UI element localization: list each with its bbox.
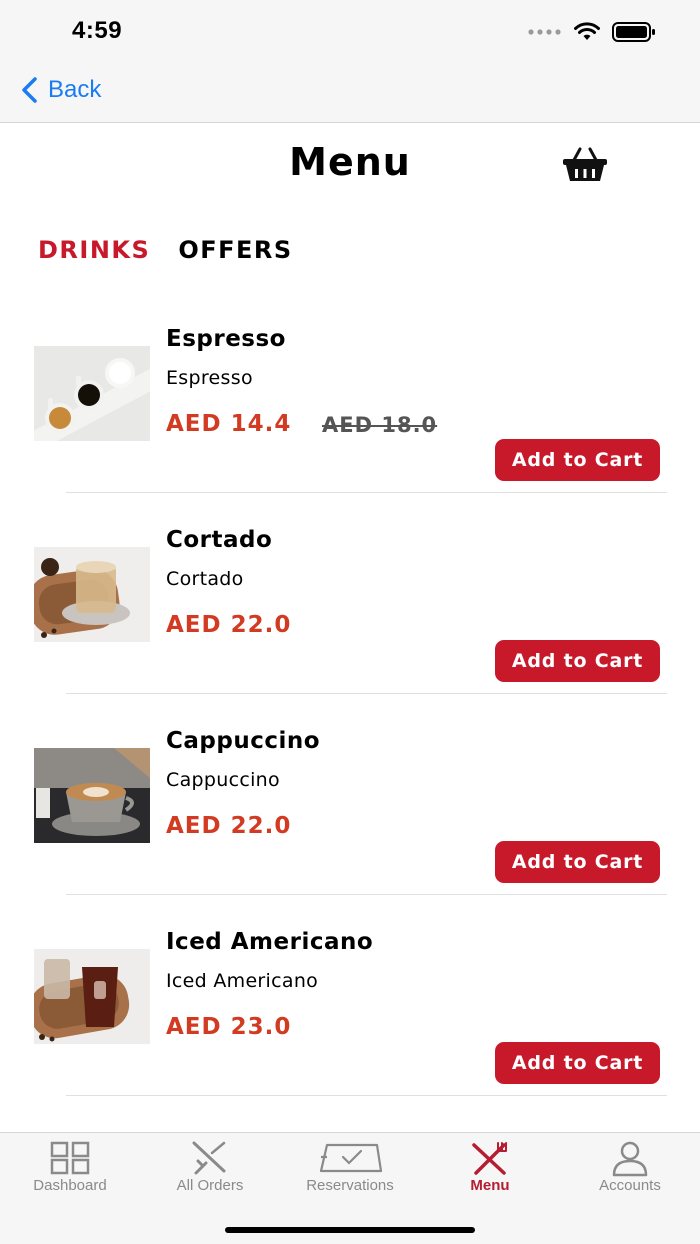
back-label: Back <box>48 76 102 103</box>
item-name: Cortado <box>166 527 273 553</box>
tab-label: Reservations <box>306 1177 394 1194</box>
iced-americano-photo <box>34 949 150 1044</box>
item-description: Iced Americano <box>166 970 319 992</box>
item-description: Cortado <box>166 568 244 590</box>
basket-icon[interactable] <box>560 146 610 184</box>
tab-label: Accounts <box>599 1177 661 1194</box>
menu-item: Iced Americano Iced Americano AED 23.0 A… <box>0 895 700 1096</box>
item-description: Cappuccino <box>166 769 280 791</box>
tab-menu[interactable]: Menu <box>420 1133 560 1203</box>
tab-accounts[interactable]: Accounts <box>560 1133 700 1203</box>
cortado-photo <box>34 547 150 642</box>
person-icon <box>612 1141 648 1177</box>
menu-item: Espresso Espresso AED 14.4 AED 18.0 Add … <box>0 292 700 493</box>
item-price: AED 22.0 <box>166 813 292 839</box>
cappuccino-photo <box>34 748 150 843</box>
item-price: AED 23.0 <box>166 1014 292 1040</box>
wifi-icon <box>574 22 600 40</box>
item-name: Iced Americano <box>166 929 374 955</box>
status-bar: 4:59 <box>0 0 700 62</box>
item-price: AED 22.0 <box>166 612 292 638</box>
fork-knife-icon <box>472 1142 507 1175</box>
chevron-left-icon <box>22 77 37 103</box>
add-to-cart-button[interactable]: Add to Cart <box>495 841 660 883</box>
tab-drinks[interactable]: DRINKS <box>38 236 150 264</box>
tab-offers[interactable]: OFFERS <box>178 236 292 264</box>
grid-icon <box>50 1141 90 1175</box>
tab-label: All Orders <box>176 1177 244 1194</box>
ticket-check-icon <box>319 1143 383 1173</box>
menu-item: Cortado Cortado AED 22.0 Add to Cart <box>0 493 700 694</box>
tab-reservations[interactable]: Reservations <box>280 1133 420 1203</box>
navigation-bar: Back <box>0 62 700 123</box>
item-name: Cappuccino <box>166 728 321 754</box>
item-name: Espresso <box>166 326 286 352</box>
signal-dots-icon <box>528 29 561 35</box>
item-price: AED 14.4 <box>166 411 292 437</box>
category-tabs: DRINKS OFFERS <box>38 236 293 264</box>
item-description: Espresso <box>166 367 253 389</box>
status-time: 4:59 <box>72 17 123 44</box>
tab-label: Dashboard <box>33 1177 107 1194</box>
add-to-cart-button[interactable]: Add to Cart <box>495 1042 660 1084</box>
item-old-price: AED 18.0 <box>322 413 438 437</box>
add-to-cart-button[interactable]: Add to Cart <box>495 640 660 682</box>
tab-label: Menu <box>470 1177 510 1194</box>
add-to-cart-button[interactable]: Add to Cart <box>495 439 660 481</box>
back-button[interactable]: Back <box>20 76 101 104</box>
battery-icon <box>612 22 655 42</box>
utensils-crossed-icon <box>192 1141 226 1175</box>
tab-dashboard[interactable]: Dashboard <box>0 1133 140 1203</box>
home-indicator[interactable] <box>225 1227 475 1233</box>
tab-all-orders[interactable]: All Orders <box>140 1133 280 1203</box>
espresso-cups-photo <box>34 346 150 441</box>
status-icons <box>528 22 656 42</box>
menu-item: Cappuccino Cappuccino AED 22.0 Add to Ca… <box>0 694 700 895</box>
divider <box>66 1095 667 1096</box>
